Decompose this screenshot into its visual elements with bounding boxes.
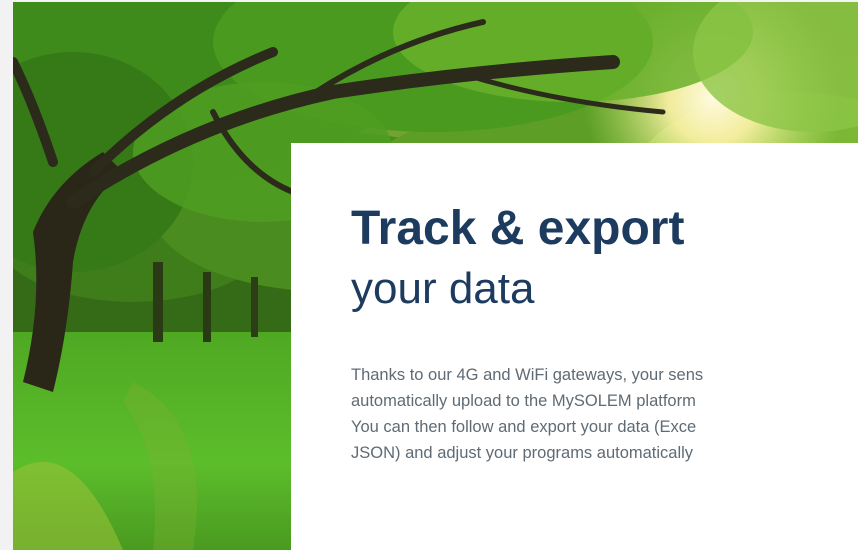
page-left-margin bbox=[0, 0, 13, 550]
feature-card: Track & export your data Thanks to our 4… bbox=[291, 143, 858, 550]
description-line: JSON) and adjust your programs automatic… bbox=[351, 444, 694, 462]
description-line: automatically upload to the MySOLEM plat… bbox=[351, 392, 696, 410]
subheadline: your data bbox=[351, 264, 535, 313]
description-line: You can then follow and export your data… bbox=[351, 418, 697, 436]
headline: Track & export bbox=[351, 202, 685, 255]
description-text: Thanks to our 4G and WiFi gateways, your… bbox=[351, 362, 858, 466]
description-line: Thanks to our 4G and WiFi gateways, your… bbox=[351, 366, 704, 384]
